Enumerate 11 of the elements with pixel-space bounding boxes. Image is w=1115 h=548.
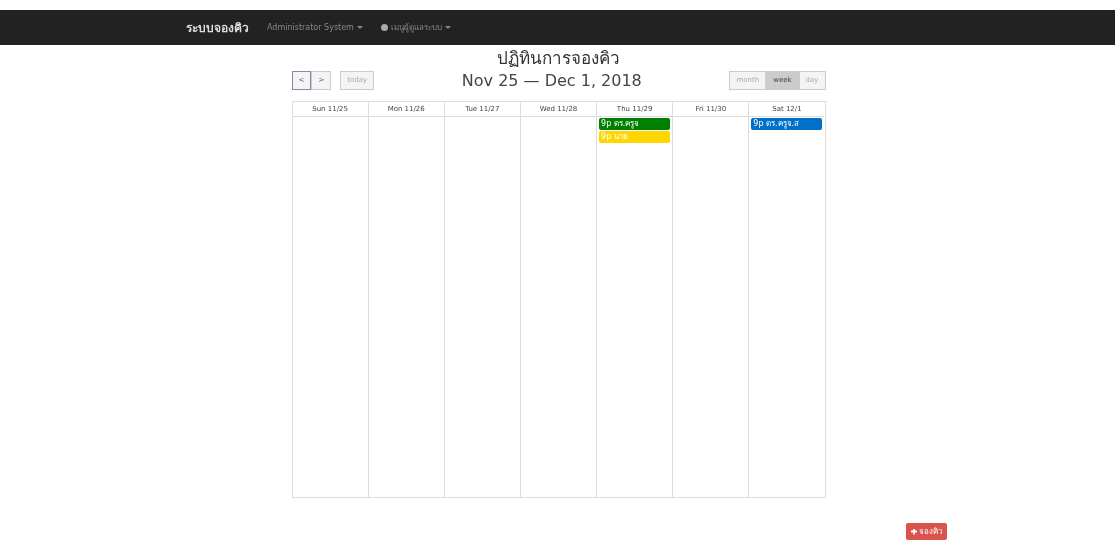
date-range: Nov 25 — Dec 1, 2018 — [461, 70, 642, 90]
caret-icon — [356, 26, 363, 29]
nav-menu[interactable]: เมนูผู้ดูแลระบบ — [380, 21, 451, 34]
nav-menu[interactable]: Administrator System — [267, 23, 363, 32]
event-chip[interactable]: 9p ดร.ครูจ — [599, 118, 671, 130]
book-button[interactable]: จองคิว — [906, 523, 947, 540]
caret-icon — [444, 26, 451, 29]
event-chip[interactable]: 9p ดร.ครูจ.ส — [751, 118, 823, 130]
brand-link[interactable]: ระบบจองคิว — [186, 18, 249, 37]
page-title: ปฏิทินการจองคิว — [496, 47, 621, 69]
plus-icon — [911, 528, 917, 535]
